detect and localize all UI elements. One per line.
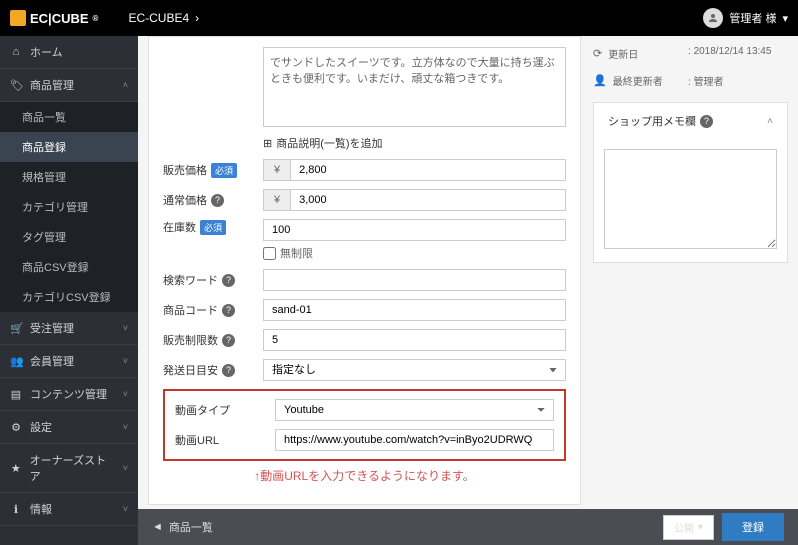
tag-icon: 🏷 xyxy=(10,79,22,92)
chevron-down-icon: ˅ xyxy=(123,463,128,473)
normal-price-label: 通常価格 ? xyxy=(163,192,263,208)
sidebar-item-home[interactable]: ⌂ ホーム xyxy=(0,36,138,69)
product-form-panel: ⊞ 商品説明(一覧)を追加 販売価格 必須 ¥ xyxy=(148,36,581,505)
video-type-label: 動画タイプ xyxy=(175,402,275,418)
unlimited-label: 無制限 xyxy=(280,245,313,261)
sidebar-item-settings[interactable]: ⚙ 設定 ˅ xyxy=(0,411,138,444)
chevron-down-icon: ˅ xyxy=(123,323,128,333)
chevron-down-icon: ˅ xyxy=(123,389,128,399)
caret-down-icon: ▾ xyxy=(782,12,788,25)
help-icon[interactable]: ? xyxy=(700,115,713,128)
sale-price-label: 販売価格 必須 xyxy=(163,162,263,178)
normal-price-input[interactable] xyxy=(290,189,566,211)
sidebar-sub-list[interactable]: 商品一覧 xyxy=(0,102,138,132)
shop-memo-accordion: ショップ用メモ欄 ? ˄ xyxy=(593,102,788,263)
sidebar-sub-prodcsv[interactable]: 商品CSV登録 xyxy=(0,252,138,282)
help-icon[interactable]: ? xyxy=(222,274,235,287)
code-label: 商品コード ? xyxy=(163,302,263,318)
video-note-text: ↑動画URLを入力できるようになります。 xyxy=(163,467,566,484)
caret-down-icon: ▾ xyxy=(698,522,703,533)
stock-input[interactable] xyxy=(263,219,566,241)
brand-logo[interactable]: EC|CUBE ® xyxy=(10,10,98,26)
refresh-icon: ⟳ xyxy=(593,47,602,60)
sidebar-item-contents[interactable]: ▤ コンテンツ管理 ˅ xyxy=(0,378,138,411)
sidebar-sub-catcsv[interactable]: カテゴリCSV登録 xyxy=(0,282,138,312)
required-badge: 必須 xyxy=(200,220,226,235)
bottom-bar: ◄ 商品一覧 公開 ▾ 登録 xyxy=(138,509,798,545)
yen-prefix: ¥ xyxy=(263,159,290,181)
search-word-input[interactable] xyxy=(263,269,566,291)
description-textarea[interactable] xyxy=(263,47,566,127)
back-link[interactable]: ◄ 商品一覧 xyxy=(152,519,213,535)
search-word-label: 検索ワード ? xyxy=(163,272,263,288)
stock-label: 在庫数 必須 xyxy=(163,219,263,235)
sidebar-item-owners[interactable]: ★ オーナーズストア ˅ xyxy=(0,444,138,493)
limit-label: 販売制限数 ? xyxy=(163,332,263,348)
video-url-label: 動画URL xyxy=(175,432,275,448)
updater-label: 👤最終更新者 xyxy=(593,73,688,88)
cart-icon: 🛒 xyxy=(10,322,22,335)
site-name-link[interactable]: EC-CUBE4 › xyxy=(128,11,199,25)
sidebar-sub-tag[interactable]: タグ管理 xyxy=(0,222,138,252)
sidebar-item-info[interactable]: ℹ 情報 ˅ xyxy=(0,493,138,526)
help-icon[interactable]: ? xyxy=(211,194,224,207)
shop-memo-textarea[interactable] xyxy=(604,149,777,249)
add-description-link[interactable]: ⊞ 商品説明(一覧)を追加 xyxy=(263,135,566,151)
chevron-down-icon: ˅ xyxy=(123,422,128,432)
video-type-select[interactable]: Youtube xyxy=(275,399,554,421)
ship-select[interactable]: 指定なし xyxy=(263,359,566,381)
sidebar-item-members[interactable]: 👥 会員管理 ˅ xyxy=(0,345,138,378)
gear-icon: ⚙ xyxy=(10,421,22,434)
sale-price-input[interactable] xyxy=(290,159,566,181)
sidebar: ⌂ ホーム 🏷 商品管理 ˄ 商品一覧 商品登録 規格管理 カテゴリ管理 タグ管… xyxy=(0,36,138,545)
help-icon[interactable]: ? xyxy=(222,364,235,377)
updated-label: ⟳更新日 xyxy=(593,46,688,61)
sidebar-sub-category[interactable]: カテゴリ管理 xyxy=(0,192,138,222)
unlimited-checkbox[interactable] xyxy=(263,247,276,260)
help-icon[interactable]: ? xyxy=(222,304,235,317)
topbar: EC|CUBE ® EC-CUBE4 › 管理者 様 ▾ xyxy=(0,0,798,36)
chevron-right-icon: › xyxy=(195,11,199,25)
chevron-up-icon: ˄ xyxy=(767,116,773,127)
plus-square-icon: ⊞ xyxy=(263,137,272,150)
arrow-left-icon: ◄ xyxy=(152,521,163,533)
sidebar-item-orders[interactable]: 🛒 受注管理 ˅ xyxy=(0,312,138,345)
chevron-up-icon: ˄ xyxy=(123,80,128,90)
updater-value: 管理者 xyxy=(688,73,788,88)
main-content: ⊞ 商品説明(一覧)を追加 販売価格 必須 ¥ xyxy=(138,36,798,545)
chevron-down-icon: ˅ xyxy=(123,356,128,366)
user-menu[interactable]: 管理者 様 ▾ xyxy=(703,8,788,28)
sidebar-item-products[interactable]: 🏷 商品管理 ˄ xyxy=(0,69,138,102)
info-icon: ℹ xyxy=(10,503,22,516)
sidebar-sub-register[interactable]: 商品登録 xyxy=(0,132,138,162)
user-avatar-icon xyxy=(703,8,723,28)
submit-button[interactable]: 登録 xyxy=(722,513,784,541)
sidebar-submenu-products: 商品一覧 商品登録 規格管理 カテゴリ管理 タグ管理 商品CSV登録 カテゴリC… xyxy=(0,102,138,312)
limit-input[interactable] xyxy=(263,329,566,351)
updated-value: 2018/12/14 13:45 xyxy=(688,46,788,61)
book-icon: ▤ xyxy=(10,388,22,401)
cube-icon xyxy=(10,10,26,26)
star-icon: ★ xyxy=(10,462,22,475)
video-section-highlight: 動画タイプ Youtube 動画URL xyxy=(163,389,566,461)
chevron-down-icon: ˅ xyxy=(123,504,128,514)
shop-memo-header[interactable]: ショップ用メモ欄 ? ˄ xyxy=(594,103,787,139)
code-input[interactable] xyxy=(263,299,566,321)
home-icon: ⌂ xyxy=(10,46,22,58)
help-icon[interactable]: ? xyxy=(222,334,235,347)
meta-info: ⟳更新日 2018/12/14 13:45 👤最終更新者 管理者 xyxy=(593,36,788,102)
person-icon: 👤 xyxy=(593,74,607,87)
visibility-select[interactable]: 公開 ▾ xyxy=(663,515,714,540)
required-badge: 必須 xyxy=(211,163,237,178)
brand-text: EC|CUBE xyxy=(30,11,89,26)
ship-label: 発送日目安 ? xyxy=(163,362,263,378)
sidebar-sub-spec[interactable]: 規格管理 xyxy=(0,162,138,192)
users-icon: 👥 xyxy=(10,355,22,368)
video-url-input[interactable] xyxy=(275,429,554,451)
yen-prefix: ¥ xyxy=(263,189,290,211)
